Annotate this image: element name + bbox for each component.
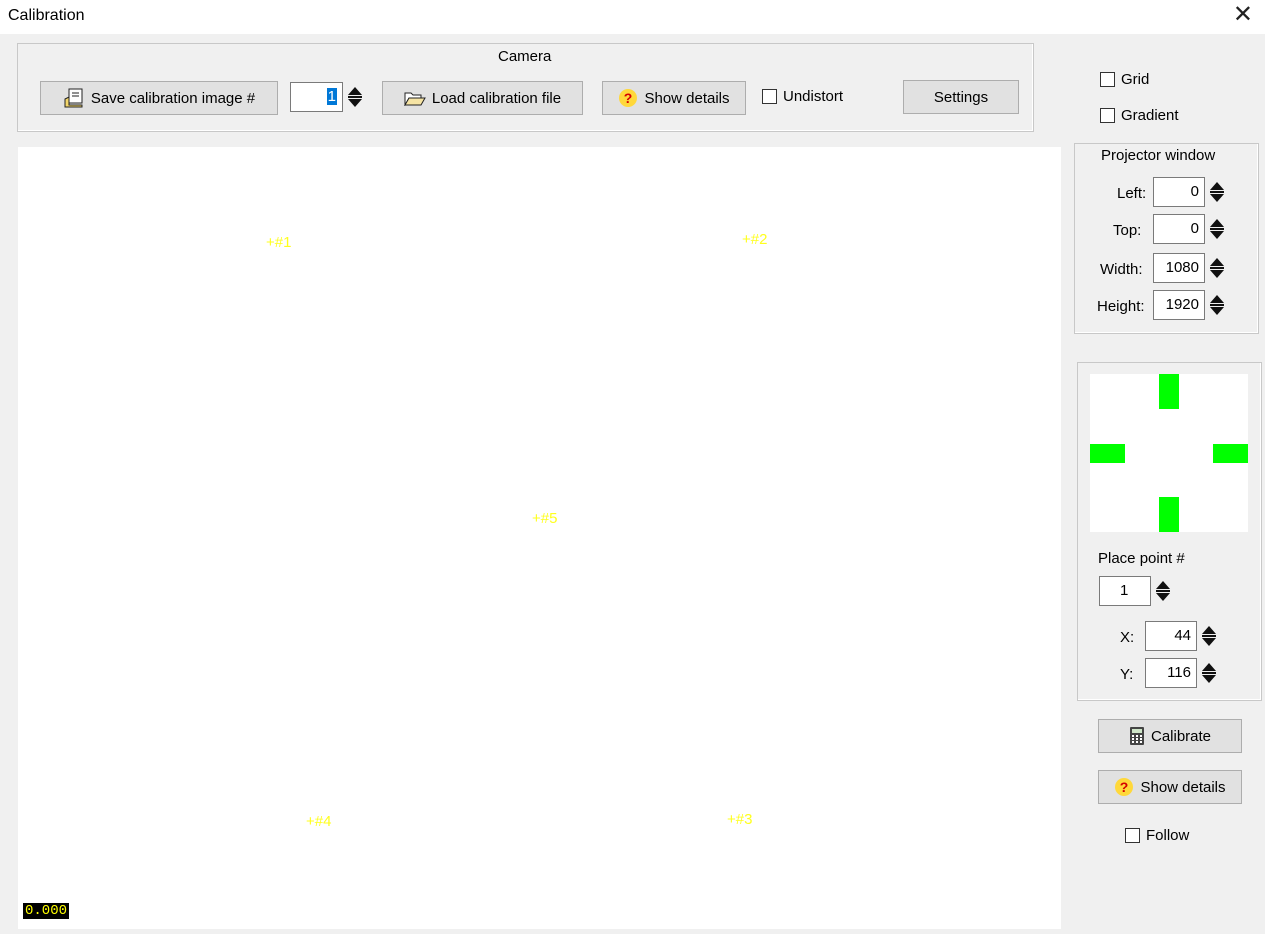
follow-box[interactable] [1125, 828, 1140, 843]
help-question-icon: ? [1114, 777, 1134, 797]
crosshair-preview[interactable] [1090, 374, 1248, 532]
calibrate-button[interactable]: Calibrate [1098, 719, 1242, 753]
top-input[interactable]: 0 [1153, 214, 1205, 244]
top-spinner[interactable]: 0 [1153, 214, 1226, 244]
calibration-marker-5[interactable]: +#5 [532, 510, 557, 527]
spin-up-down-icon[interactable] [1200, 660, 1218, 686]
left-input[interactable]: 0 [1153, 177, 1205, 207]
width-label: Width: [1100, 261, 1143, 278]
show-details-button[interactable]: ? Show details [1098, 770, 1242, 804]
top-arrows[interactable] [1208, 214, 1226, 244]
gradient-checkbox[interactable]: Gradient [1100, 107, 1179, 124]
window-title: Calibration [8, 7, 85, 24]
y-arrows[interactable] [1200, 658, 1218, 688]
point-number-spinner[interactable]: 1 [1099, 576, 1172, 606]
width-spinner[interactable]: 1080 [1153, 253, 1226, 283]
grid-label: Grid [1121, 71, 1150, 88]
image-number-value: 1 [326, 88, 337, 105]
width-arrows[interactable] [1208, 253, 1226, 283]
load-calibration-file-button[interactable]: Load calibration file [382, 81, 583, 115]
image-number-input[interactable]: 1 [290, 82, 343, 112]
follow-checkbox[interactable]: Follow [1125, 827, 1189, 844]
save-document-icon [63, 88, 85, 108]
crosshair-right-bar [1213, 444, 1248, 463]
spin-up-down-icon[interactable] [1208, 216, 1226, 242]
settings-button[interactable]: Settings [903, 80, 1019, 114]
top-label: Top: [1113, 222, 1142, 239]
x-input[interactable]: 44 [1145, 621, 1197, 651]
camera-show-details-button[interactable]: ? Show details [602, 81, 746, 115]
calculator-icon [1129, 726, 1145, 746]
calibration-marker-1[interactable]: +#1 [266, 234, 291, 251]
open-folder-icon [403, 90, 426, 106]
y-spinner[interactable]: 116 [1145, 658, 1218, 688]
svg-text:?: ? [624, 90, 633, 106]
spin-up-down-icon[interactable] [1200, 623, 1218, 649]
x-spinner[interactable]: 44 [1145, 621, 1218, 651]
height-spinner[interactable]: 1920 [1153, 290, 1226, 320]
left-label: Left: [1117, 185, 1147, 202]
calibration-marker-3[interactable]: +#3 [727, 811, 752, 828]
close-icon[interactable]: ✕ [1233, 3, 1253, 27]
save-calibration-image-button[interactable]: Save calibration image # [40, 81, 278, 115]
svg-text:?: ? [1120, 779, 1129, 795]
camera-group-label: Camera [498, 48, 552, 65]
calibration-marker-4[interactable]: +#4 [306, 813, 331, 830]
x-arrows[interactable] [1200, 621, 1218, 651]
undistort-label: Undistort [783, 88, 844, 105]
gradient-box[interactable] [1100, 108, 1115, 123]
calibration-marker-2[interactable]: +#2 [742, 231, 767, 248]
height-label: Height: [1097, 298, 1145, 315]
help-question-icon: ? [618, 88, 638, 108]
spin-up-down-icon[interactable] [1208, 255, 1226, 281]
camera-show-details-label: Show details [644, 89, 730, 107]
y-label: Y: [1120, 666, 1134, 683]
save-calibration-image-label: Save calibration image # [90, 89, 256, 107]
follow-label: Follow [1146, 827, 1190, 844]
camera-view-canvas[interactable]: +#1 +#2 +#5 +#4 +#3 0.000 [18, 147, 1061, 929]
load-calibration-file-label: Load calibration file [431, 89, 562, 107]
height-arrows[interactable] [1208, 290, 1226, 320]
undistort-box[interactable] [762, 89, 777, 104]
spin-up-down-icon[interactable] [1208, 179, 1226, 205]
settings-label: Settings [933, 88, 989, 106]
spin-up-down-icon[interactable] [1154, 578, 1172, 604]
title-bar: Calibration ✕ [0, 0, 1265, 34]
crosshair-bottom-bar [1159, 497, 1179, 532]
x-label: X: [1120, 629, 1135, 646]
width-input[interactable]: 1080 [1153, 253, 1205, 283]
left-arrows[interactable] [1208, 177, 1226, 207]
spin-up-down-icon[interactable] [1208, 292, 1226, 318]
height-input[interactable]: 1920 [1153, 290, 1205, 320]
projector-window-label: Projector window [1101, 147, 1216, 164]
place-point-label: Place point # [1098, 550, 1185, 567]
undistort-checkbox[interactable]: Undistort [762, 88, 843, 105]
point-number-arrows[interactable] [1154, 576, 1172, 606]
y-input[interactable]: 116 [1145, 658, 1197, 688]
gradient-label: Gradient [1121, 107, 1179, 124]
crosshair-left-bar [1090, 444, 1125, 463]
calibrate-label: Calibrate [1150, 727, 1212, 745]
crosshair-top-bar [1159, 374, 1179, 409]
grid-box[interactable] [1100, 72, 1115, 87]
value-readout: 0.000 [23, 903, 70, 919]
spin-up-down-icon[interactable] [346, 84, 364, 110]
left-spinner[interactable]: 0 [1153, 177, 1226, 207]
point-number-input[interactable]: 1 [1099, 576, 1151, 606]
show-details-label: Show details [1140, 778, 1226, 796]
point-number-value: 1 [1120, 582, 1129, 599]
image-number-spinner[interactable]: 1 [290, 82, 364, 112]
grid-checkbox[interactable]: Grid [1100, 71, 1149, 88]
image-number-arrows[interactable] [346, 82, 364, 112]
